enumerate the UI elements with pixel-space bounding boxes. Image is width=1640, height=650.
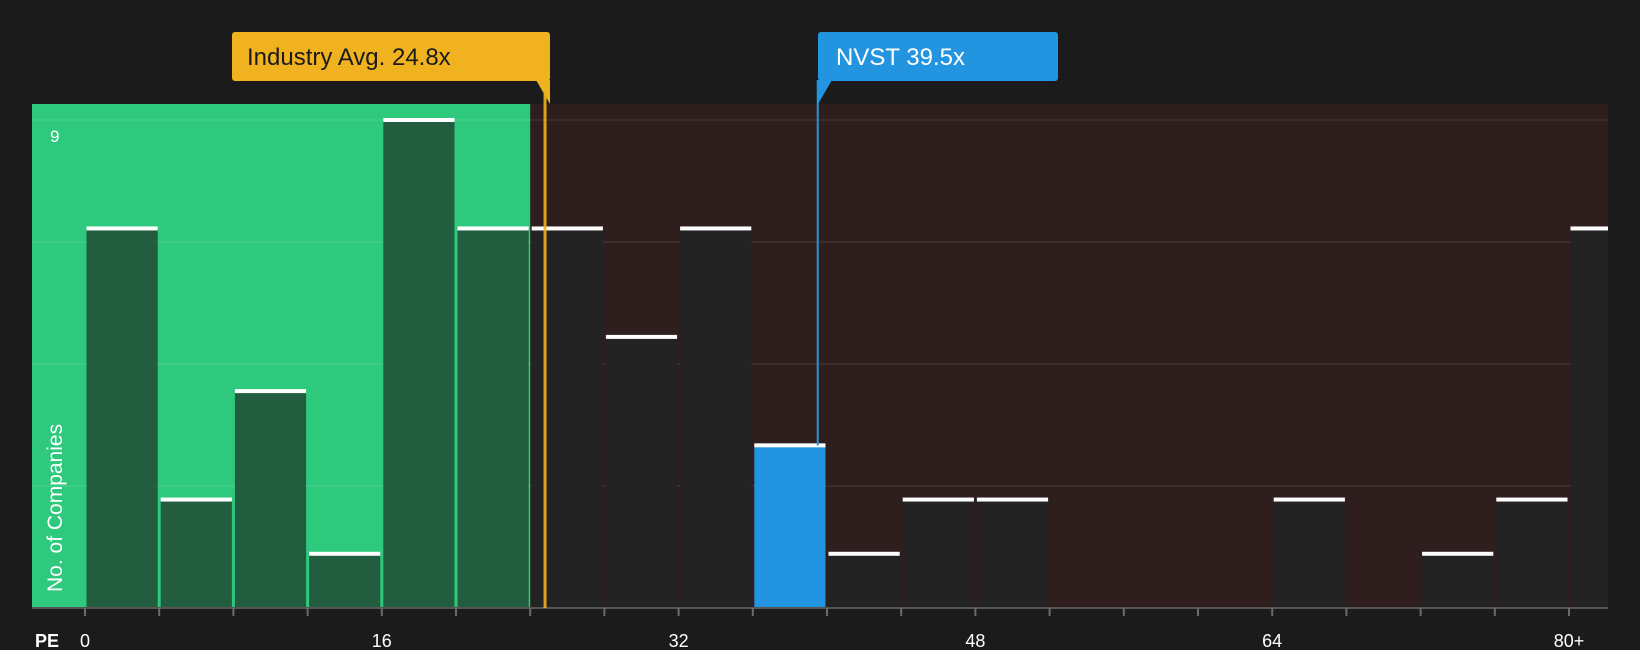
histogram-bar bbox=[86, 228, 158, 608]
histogram-bar bbox=[531, 228, 603, 608]
bar-cap bbox=[1570, 226, 1608, 231]
histogram-bar bbox=[902, 499, 974, 608]
bar-cap bbox=[680, 226, 752, 231]
histogram-bar bbox=[754, 445, 826, 608]
pe-distribution-chart: 0 16 32 48 64 80+ 9 No. of Companies PE Indus… bbox=[0, 0, 1640, 650]
histogram-bar bbox=[309, 553, 381, 608]
bar-cap bbox=[976, 497, 1049, 502]
histogram-bar bbox=[1273, 499, 1345, 608]
bar-cap bbox=[457, 226, 529, 231]
histogram-bar bbox=[234, 391, 307, 608]
bar-cap bbox=[531, 226, 603, 231]
x-tick-label: 64 bbox=[1262, 631, 1282, 650]
bar-cap bbox=[754, 443, 826, 448]
bar-cap bbox=[383, 118, 455, 122]
histogram-bar bbox=[680, 228, 752, 608]
histogram-bar bbox=[976, 499, 1049, 608]
histogram-bar bbox=[383, 120, 455, 608]
x-tick-label: 80+ bbox=[1554, 631, 1585, 650]
bar-cap bbox=[234, 389, 307, 394]
bar-cap bbox=[86, 226, 158, 231]
bar-cap bbox=[1422, 551, 1494, 556]
bar-cap bbox=[828, 551, 900, 556]
histogram-bar bbox=[457, 228, 529, 608]
x-tick-label: 0 bbox=[80, 631, 90, 650]
x-tick-label: 32 bbox=[669, 631, 689, 650]
histogram-bar bbox=[1570, 228, 1608, 608]
company-callout-label: NVST 39.5x bbox=[836, 44, 965, 71]
y-axis-label: No. of Companies bbox=[44, 424, 67, 592]
histogram-bar bbox=[1422, 553, 1494, 608]
x-tick-label: 48 bbox=[965, 631, 985, 650]
y-tick-label: 9 bbox=[50, 127, 59, 146]
x-axis-label: PE bbox=[35, 631, 59, 650]
histogram-bar bbox=[1496, 499, 1568, 608]
histogram-bar bbox=[828, 553, 900, 608]
bar-cap bbox=[902, 497, 974, 502]
bar-cap bbox=[605, 334, 678, 339]
histogram-bar bbox=[160, 499, 232, 608]
histogram-bar bbox=[605, 336, 678, 608]
bar-cap bbox=[160, 497, 232, 502]
bar-cap bbox=[1496, 497, 1568, 502]
bar-cap bbox=[309, 551, 381, 556]
industry-callout-label: Industry Avg. 24.8x bbox=[247, 44, 451, 71]
x-tick-label: 16 bbox=[372, 631, 392, 650]
bar-cap bbox=[1273, 497, 1345, 502]
